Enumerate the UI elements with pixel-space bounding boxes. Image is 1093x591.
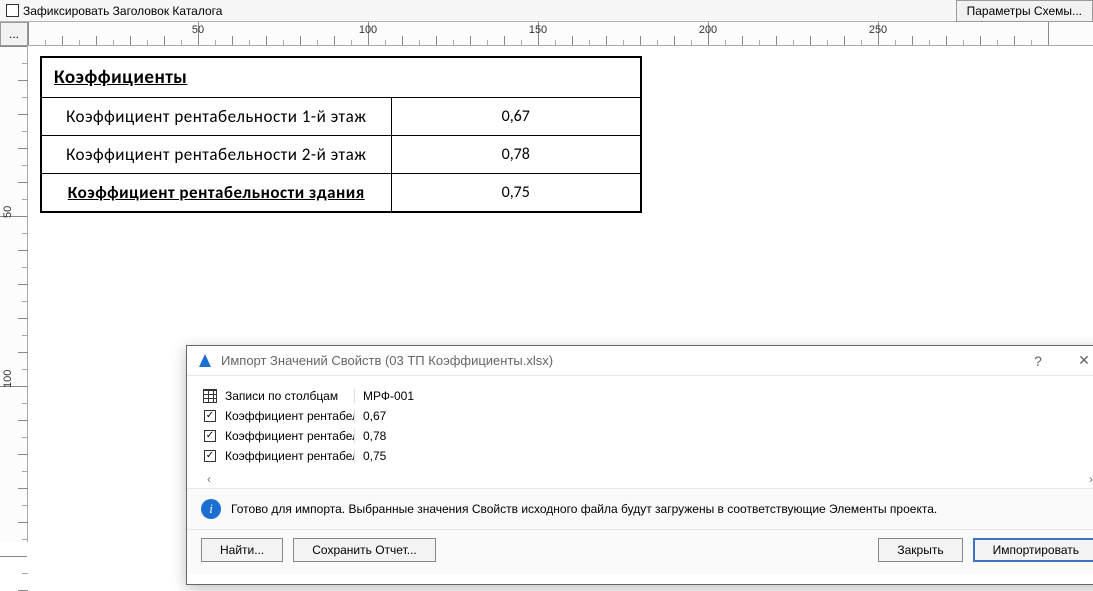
corner-options-button[interactable]: ...: [0, 22, 28, 46]
checkbox-icon[interactable]: [204, 430, 216, 442]
import-item-value: 0,78: [361, 429, 431, 443]
help-button[interactable]: ?: [1019, 348, 1057, 374]
row-value: 0,67: [391, 98, 641, 136]
columns-icon: [203, 389, 217, 403]
dialog-title: Импорт Значений Свойств (03 ТП Коэффицие…: [221, 353, 1011, 368]
fix-header-checkbox[interactable]: Зафиксировать Заголовок Каталога: [6, 4, 222, 18]
import-item-row[interactable]: Коэффициент рентабел 0,75: [201, 446, 1093, 466]
id-header: МРФ-001: [361, 389, 431, 403]
checkbox-icon[interactable]: [204, 450, 216, 462]
scroll-left-icon[interactable]: ‹: [203, 472, 215, 486]
import-item-label: Коэффициент рентабел: [225, 429, 355, 443]
table-row: Коэффициент рентабельности здания 0,75: [41, 174, 641, 213]
import-item-row[interactable]: Коэффициент рентабел 0,78: [201, 426, 1093, 446]
app-logo-icon: [197, 353, 213, 369]
status-text: Готово для импорта. Выбранные значения С…: [231, 502, 937, 516]
canvas-area[interactable]: Коэффициенты Коэффициент рентабельности …: [28, 46, 1093, 542]
import-item-value: 0,67: [361, 409, 431, 423]
row-label: Коэффициент рентабельности 2-й этаж: [41, 136, 391, 174]
import-item-value: 0,75: [361, 449, 431, 463]
table-row: Коэффициент рентабельности 1-й этаж 0,67: [41, 98, 641, 136]
vertical-ruler: 50100: [0, 46, 28, 542]
row-label: Коэффициент рентабельности здания: [41, 174, 391, 213]
schedule-table: Коэффициенты Коэффициент рентабельности …: [40, 56, 642, 213]
dialog-body: Записи по столбцам МРФ-001 Коэффициент р…: [187, 376, 1093, 488]
row-label: Коэффициент рентабельности 1-й этаж: [41, 98, 391, 136]
schedule-title: Коэффициенты: [41, 57, 641, 98]
info-icon: i: [201, 499, 221, 519]
close-icon[interactable]: ✕: [1065, 348, 1093, 374]
row-value: 0,78: [391, 136, 641, 174]
scroll-right-icon[interactable]: ›: [1085, 472, 1093, 486]
import-dialog: Импорт Значений Свойств (03 ТП Коэффицие…: [186, 345, 1093, 585]
import-item-label: Коэффициент рентабел: [225, 449, 355, 463]
columns-header-label: Записи по столбцам: [225, 389, 355, 403]
horizontal-ruler: 50100150200250: [28, 22, 1093, 45]
checkbox-icon: [6, 4, 19, 17]
import-item-row[interactable]: Коэффициент рентабел 0,67: [201, 406, 1093, 426]
fix-header-label: Зафиксировать Заголовок Каталога: [23, 4, 222, 18]
checkbox-icon[interactable]: [204, 410, 216, 422]
columns-header-row: Записи по столбцам МРФ-001: [201, 386, 1093, 406]
scheme-params-button[interactable]: Параметры Схемы...: [956, 0, 1093, 22]
import-item-label: Коэффициент рентабел: [225, 409, 355, 423]
table-row: Коэффициент рентабельности 2-й этаж 0,78: [41, 136, 641, 174]
row-value: 0,75: [391, 174, 641, 213]
